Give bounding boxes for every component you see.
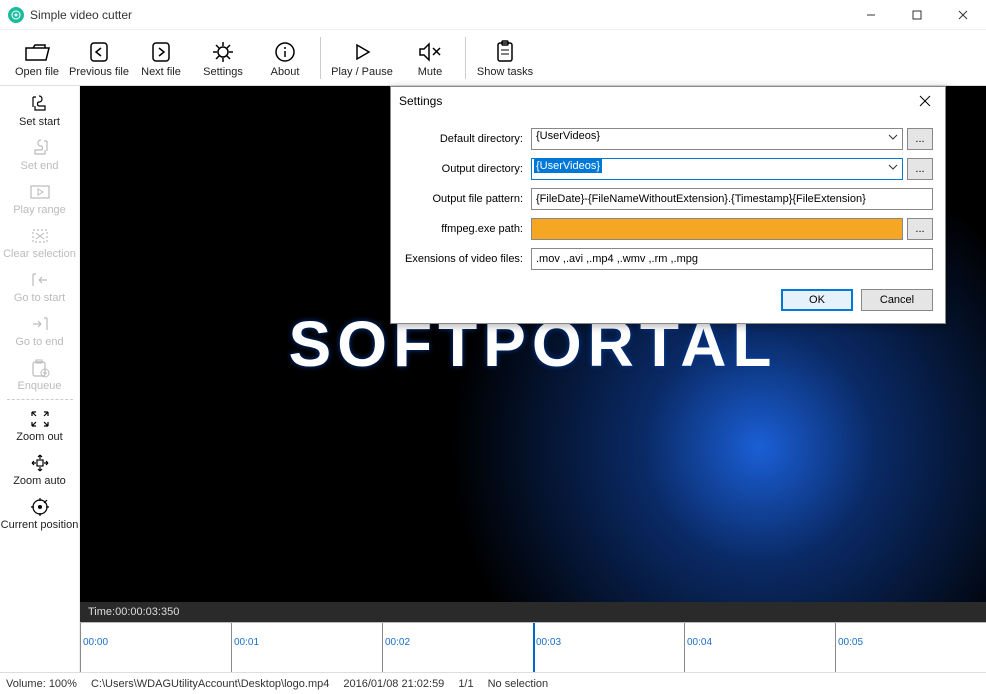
timeline-tick <box>231 623 232 672</box>
close-button[interactable] <box>940 0 986 30</box>
clipboard-icon <box>493 38 517 66</box>
selection-status: No selection <box>488 678 549 690</box>
output-directory-select[interactable]: {UserVideos} <box>531 158 903 180</box>
timeline-tick <box>835 623 836 672</box>
ok-button[interactable]: OK <box>781 289 853 311</box>
minimize-button[interactable] <box>848 0 894 30</box>
hand-start-icon <box>29 92 51 116</box>
timeline-tick-label: 00:00 <box>83 637 108 648</box>
zoom-out-icon <box>29 407 51 431</box>
top-toolbar: Open file Previous file Next file Settin… <box>0 30 986 86</box>
chevron-down-icon <box>888 162 898 172</box>
ffmpeg-browse-button[interactable]: ... <box>907 218 933 240</box>
dialog-titlebar[interactable]: Settings <box>391 87 945 115</box>
timeline-tick <box>80 623 81 672</box>
chevron-down-icon <box>888 132 898 142</box>
play-icon <box>350 38 374 66</box>
dialog-title: Settings <box>399 94 442 108</box>
window-title: Simple video cutter <box>30 8 132 22</box>
output-pattern-input[interactable] <box>531 188 933 210</box>
play-pause-button[interactable]: Play / Pause <box>325 33 399 83</box>
about-button[interactable]: About <box>254 33 316 83</box>
time-label: Time: <box>88 606 115 618</box>
extensions-input[interactable] <box>531 248 933 270</box>
set-end-button[interactable]: Set end <box>2 132 78 176</box>
timeline-tick-label: 00:02 <box>385 637 410 648</box>
ffmpeg-path-label: ffmpeg.exe path: <box>403 223 531 235</box>
next-icon <box>149 38 173 66</box>
filepath-status: C:\Users\WDAGUtilityAccount\Desktop\logo… <box>91 678 329 690</box>
previous-icon <box>87 38 111 66</box>
cancel-button[interactable]: Cancel <box>861 289 933 311</box>
volume-status: Volume: 100% <box>6 678 77 690</box>
play-range-icon <box>29 180 51 204</box>
frame-status: 1/1 <box>458 678 473 690</box>
hand-end-icon <box>29 136 51 160</box>
enqueue-icon <box>29 356 51 380</box>
settings-dialog: Settings Default directory: {UserVideos}… <box>390 86 946 324</box>
sidebar-separator <box>7 399 73 400</box>
dialog-close-button[interactable] <box>913 89 937 113</box>
go-to-start-button[interactable]: Go to start <box>2 264 78 308</box>
timeline-tick-label: 00:03 <box>536 637 561 648</box>
folder-open-icon <box>23 38 51 66</box>
left-sidebar: Set start Set end Play range Clear selec… <box>0 86 80 672</box>
settings-button[interactable]: Settings <box>192 33 254 83</box>
timeline-tick <box>684 623 685 672</box>
play-range-button[interactable]: Play range <box>2 176 78 220</box>
toolbar-separator <box>320 37 321 79</box>
show-tasks-button[interactable]: Show tasks <box>470 33 540 83</box>
timeline-tick-label: 00:01 <box>234 637 259 648</box>
zoom-out-button[interactable]: Zoom out <box>2 403 78 447</box>
datetime-status: 2016/01/08 21:02:59 <box>343 678 444 690</box>
mute-icon <box>417 38 443 66</box>
zoom-auto-button[interactable]: Zoom auto <box>2 447 78 491</box>
default-directory-label: Default directory: <box>403 133 531 145</box>
next-file-button[interactable]: Next file <box>130 33 192 83</box>
title-bar: Simple video cutter <box>0 0 986 30</box>
close-icon <box>919 95 931 107</box>
output-directory-label: Output directory: <box>403 163 531 175</box>
info-icon <box>273 38 297 66</box>
timeline-tick-label: 00:04 <box>687 637 712 648</box>
timeline-tick-label: 00:05 <box>838 637 863 648</box>
target-icon <box>29 495 51 519</box>
time-value: 00:00:03:350 <box>115 606 179 618</box>
output-pattern-label: Output file pattern: <box>403 193 531 205</box>
timeline-tick <box>382 623 383 672</box>
clear-selection-button[interactable]: Clear selection <box>2 220 78 264</box>
go-to-end-button[interactable]: Go to end <box>2 308 78 352</box>
status-bar: Volume: 100% C:\Users\WDAGUtilityAccount… <box>0 672 986 694</box>
clear-icon <box>30 224 50 248</box>
time-bar: Time: 00:00:03:350 <box>80 602 986 622</box>
current-position-button[interactable]: Current position <box>2 491 78 535</box>
maximize-button[interactable] <box>894 0 940 30</box>
ffmpeg-path-input[interactable] <box>531 218 903 240</box>
toolbar-separator <box>465 37 466 79</box>
set-start-button[interactable]: Set start <box>2 88 78 132</box>
default-directory-select[interactable]: {UserVideos} <box>531 128 903 150</box>
previous-file-button[interactable]: Previous file <box>68 33 130 83</box>
timeline-cursor[interactable] <box>533 623 535 672</box>
output-directory-browse-button[interactable]: ... <box>907 158 933 180</box>
timeline[interactable]: 00:0000:0100:0200:0300:0400:0500:06 <box>80 622 986 672</box>
open-file-button[interactable]: Open file <box>6 33 68 83</box>
extensions-label: Exensions of video files: <box>403 253 531 265</box>
zoom-auto-icon <box>29 451 51 475</box>
window-controls <box>848 0 986 30</box>
mute-button[interactable]: Mute <box>399 33 461 83</box>
enqueue-button[interactable]: Enqueue <box>2 352 78 396</box>
gear-icon <box>211 38 235 66</box>
goto-start-icon <box>29 268 51 292</box>
goto-end-icon <box>29 312 51 336</box>
default-directory-browse-button[interactable]: ... <box>907 128 933 150</box>
app-icon <box>8 7 24 23</box>
